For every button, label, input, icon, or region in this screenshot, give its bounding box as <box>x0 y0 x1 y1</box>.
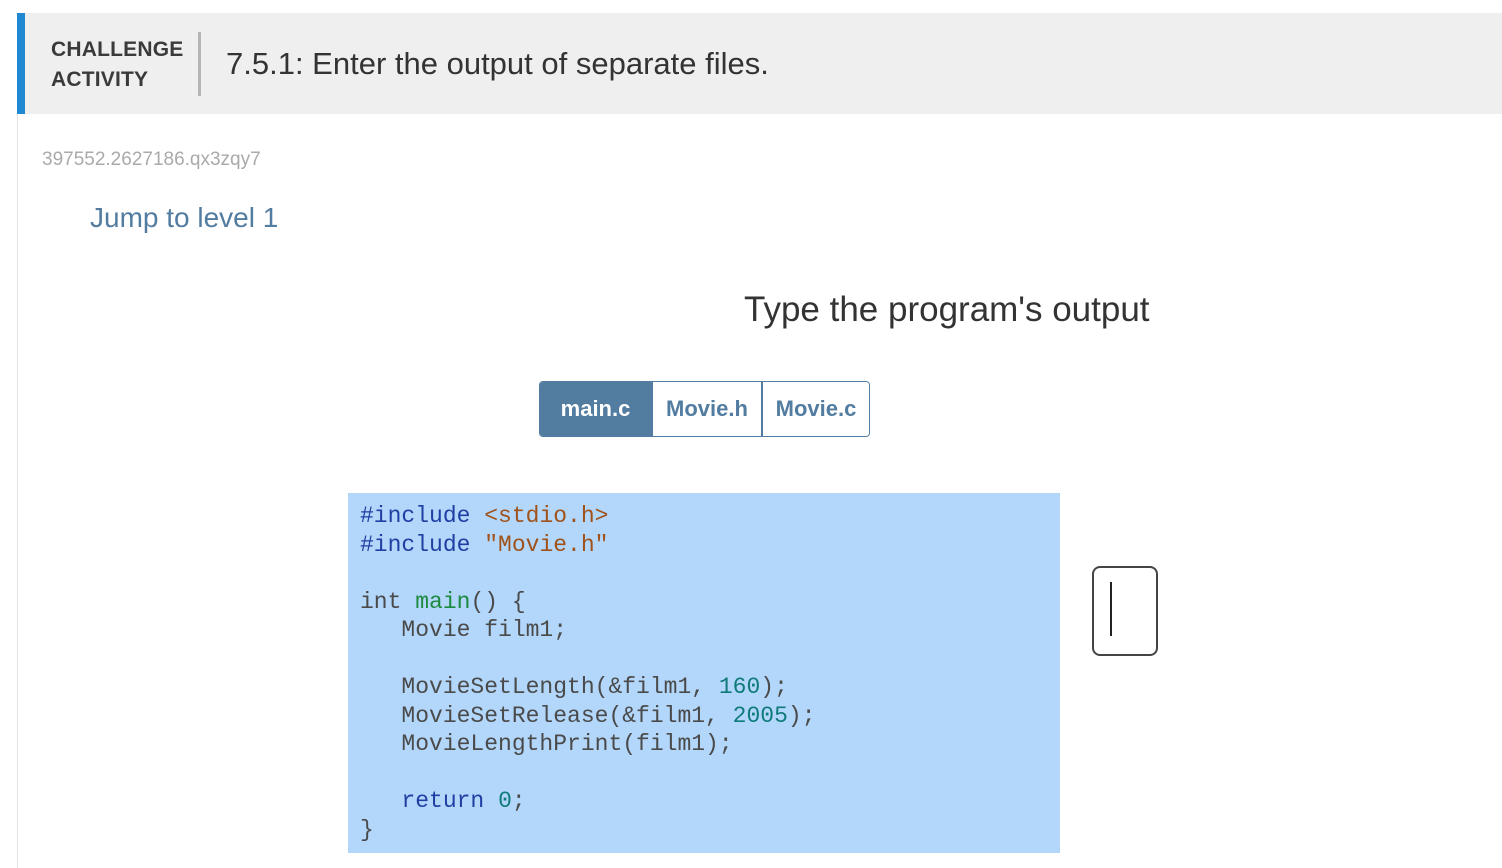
code-line-end: ; <box>511 788 526 814</box>
code-print-call: MovieLengthPrint(film1); <box>360 731 733 757</box>
activity-type-label: CHALLENGE ACTIVITY <box>51 35 183 95</box>
content-left-border <box>17 115 18 868</box>
tab-main-c[interactable]: main.c <box>540 382 651 436</box>
code-declare-film: Movie film1; <box>360 617 568 643</box>
activity-id: 397552.2627186.qx3zqy7 <box>42 149 261 170</box>
code-release-value: 2005 <box>732 702 788 729</box>
tab-movie-c[interactable]: Movie.c <box>761 382 869 436</box>
code-set-length-call: MovieSetLength(&film1, <box>360 674 719 700</box>
code-line-end: ); <box>787 702 816 729</box>
code-line-end: ); <box>760 674 788 700</box>
prompt-title: Type the program's output <box>744 290 1150 329</box>
code-int-type: int <box>360 588 402 615</box>
output-answer-input[interactable] <box>1092 566 1158 656</box>
file-tabs: main.c Movie.h Movie.c <box>539 381 870 437</box>
activity-header: CHALLENGE ACTIVITY 7.5.1: Enter the outp… <box>17 13 1502 114</box>
challenge-page: CHALLENGE ACTIVITY 7.5.1: Enter the outp… <box>0 0 1502 868</box>
code-length-value: 160 <box>718 674 761 700</box>
code-return-keyword: return <box>401 788 485 814</box>
code-include-movie: "Movie.h" <box>484 531 609 558</box>
activity-type-line2: ACTIVITY <box>51 68 149 91</box>
header-accent-bar <box>17 13 25 114</box>
tab-movie-h[interactable]: Movie.h <box>651 382 761 436</box>
code-include-stdio: <stdio.h> <box>484 503 609 529</box>
jump-to-level-link[interactable]: Jump to level 1 <box>90 202 278 234</box>
code-include-directive: #include <box>360 531 471 558</box>
code-include-directive: #include <box>360 503 471 529</box>
code-return-value: 0 <box>498 788 512 814</box>
activity-title: 7.5.1: Enter the output of separate file… <box>226 46 769 81</box>
code-main-rest: () { <box>470 588 526 615</box>
header-divider <box>198 32 201 96</box>
code-panel: #include <stdio.h> #include "Movie.h" in… <box>348 493 1060 853</box>
code-main-func: main <box>415 588 471 615</box>
code-set-release-call: MovieSetRelease(&film1, <box>360 702 733 729</box>
activity-type-line1: CHALLENGE <box>51 38 184 61</box>
code-listing: #include <stdio.h> #include "Movie.h" in… <box>360 502 1060 844</box>
code-closing-brace: } <box>360 816 374 843</box>
